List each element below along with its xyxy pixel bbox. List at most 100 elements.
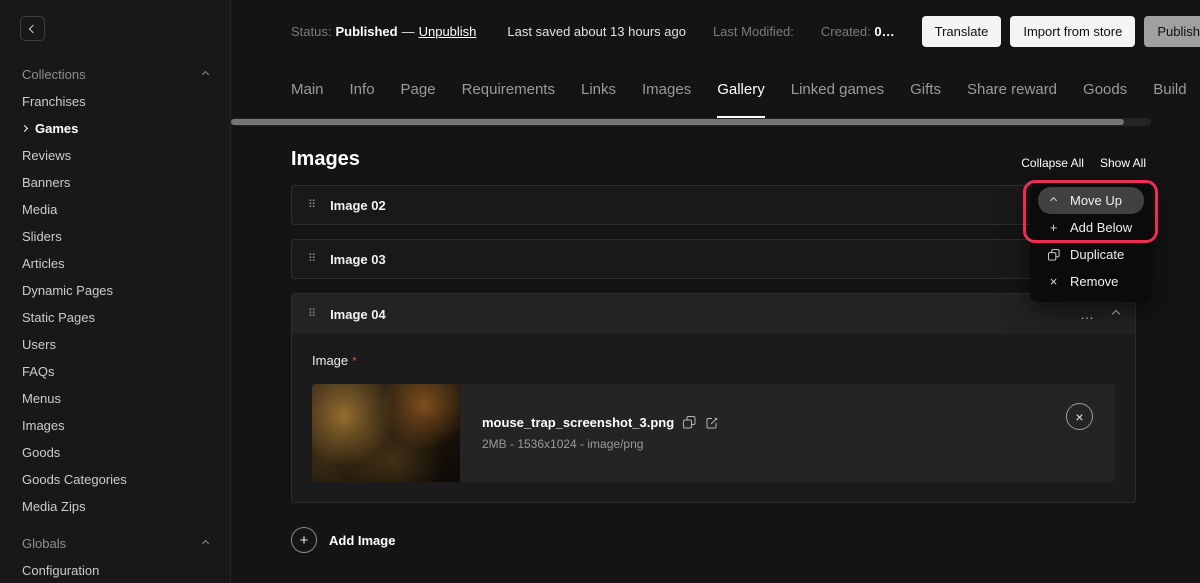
sidebar-item-configuration[interactable]: Configuration — [0, 557, 230, 583]
sidebar-item-goods-categories[interactable]: Goods Categories — [0, 466, 230, 493]
sidebar-item-menus[interactable]: Menus — [0, 385, 230, 412]
created-group: Created: 0… — [821, 24, 895, 39]
image-row-04-body: Image* mouse_trap_screenshot_3.png — [292, 334, 1135, 502]
image-rows: ⠿ Image 02 ⠿ Image 03 ⠿ Image 04 … — [291, 185, 1136, 503]
row-label: Image 02 — [330, 198, 386, 213]
sidebar-item-games[interactable]: Games — [0, 115, 230, 142]
drag-handle-icon[interactable]: ⠿ — [308, 309, 316, 320]
add-image-label: Add Image — [329, 533, 395, 548]
status-value: Published — [335, 24, 397, 39]
tab-info[interactable]: Info — [350, 62, 375, 118]
drag-handle-icon[interactable]: ⠿ — [308, 200, 316, 211]
collapse-all-link[interactable]: Collapse All — [1021, 156, 1084, 170]
tab-requirements[interactable]: Requirements — [462, 62, 555, 118]
menu-item-add-below[interactable]: + Add Below — [1038, 214, 1144, 241]
chevron-up-icon — [1112, 310, 1120, 318]
sidebar-item-sliders[interactable]: Sliders — [0, 223, 230, 250]
remove-file-button[interactable]: × — [1066, 403, 1093, 430]
app-window: Collections Franchises Games Reviews Ban… — [0, 0, 1200, 583]
row-label: Image 04 — [330, 307, 386, 322]
menu-item-label: Remove — [1070, 274, 1118, 289]
section-label: Collections — [22, 67, 86, 82]
tabs-scrollbar-thumb[interactable] — [231, 119, 1124, 125]
image-row-02[interactable]: ⠿ Image 02 — [291, 185, 1136, 225]
sidebar-item-franchises[interactable]: Franchises — [0, 88, 230, 115]
chevron-right-icon — [21, 125, 28, 132]
sidebar-item-label: Games — [35, 121, 78, 136]
sidebar-item-images[interactable]: Images — [0, 412, 230, 439]
document-header: Status: Published — Unpublish Last saved ab… — [231, 0, 1200, 62]
row-menu-icon[interactable]: … — [1080, 306, 1095, 322]
tabs-scrollbar-track — [231, 118, 1151, 126]
chevron-up-icon — [1047, 198, 1060, 203]
publish-changes-button[interactable]: Publish changes — [1144, 16, 1200, 47]
images-section-title: Images — [291, 148, 1136, 171]
chevron-up-icon — [202, 71, 209, 78]
menu-item-duplicate[interactable]: Duplicate — [1038, 241, 1144, 268]
collections-section-header[interactable]: Collections — [0, 61, 230, 88]
back-button[interactable] — [20, 16, 45, 41]
tab-linked-games[interactable]: Linked games — [791, 62, 884, 118]
menu-item-remove[interactable]: × Remove — [1038, 268, 1144, 295]
file-info: mouse_trap_screenshot_3.png 2MB - 1536x1… — [482, 415, 719, 451]
chevron-left-icon — [28, 24, 36, 32]
sidebar-item-dynamic-pages[interactable]: Dynamic Pages — [0, 277, 230, 304]
unpublish-link[interactable]: Unpublish — [419, 24, 477, 39]
file-name: mouse_trap_screenshot_3.png — [482, 415, 674, 430]
created-label: Created: — [821, 24, 871, 39]
status-label: Status: — [291, 24, 331, 39]
row-actions: … — [1080, 306, 1119, 322]
image-row-04-header[interactable]: ⠿ Image 04 … — [292, 294, 1135, 334]
menu-item-label: Move Up — [1070, 193, 1122, 208]
tab-links[interactable]: Links — [581, 62, 616, 118]
tab-main[interactable]: Main — [291, 62, 324, 118]
copy-icon[interactable] — [683, 416, 696, 429]
bulk-actions: Collapse All Show All — [1021, 156, 1146, 170]
image-field-label: Image — [312, 353, 348, 368]
sidebar-item-reviews[interactable]: Reviews — [0, 142, 230, 169]
tab-gallery[interactable]: Gallery — [717, 62, 765, 118]
sidebar-item-faqs[interactable]: FAQs — [0, 358, 230, 385]
plus-icon: + — [291, 527, 317, 553]
sidebar-item-goods[interactable]: Goods — [0, 439, 230, 466]
sidebar-item-media[interactable]: Media — [0, 196, 230, 223]
image-row-03[interactable]: ⠿ Image 03 — [291, 239, 1136, 279]
tab-gifts[interactable]: Gifts — [910, 62, 941, 118]
sidebar-section-collections: Collections Franchises Games Reviews Ban… — [0, 61, 230, 520]
file-meta: 2MB - 1536x1024 - image/png — [482, 437, 719, 451]
tab-page[interactable]: Page — [401, 62, 436, 118]
last-modified-label: Last Modified: — [713, 24, 794, 39]
menu-item-move-up[interactable]: Move Up — [1038, 187, 1144, 214]
sidebar-item-banners[interactable]: Banners — [0, 169, 230, 196]
sidebar-item-users[interactable]: Users — [0, 331, 230, 358]
sidebar-item-articles[interactable]: Articles — [0, 250, 230, 277]
tab-images[interactable]: Images — [642, 62, 691, 118]
file-card: mouse_trap_screenshot_3.png 2MB - 1536x1… — [312, 384, 1115, 482]
row-context-menu: Move Up + Add Below Duplicate × Remove — [1030, 183, 1152, 302]
drag-handle-icon[interactable]: ⠿ — [308, 254, 316, 265]
sidebar: Collections Franchises Games Reviews Ban… — [0, 0, 231, 583]
close-icon: × — [1047, 275, 1060, 288]
image-row-04-expanded: ⠿ Image 04 … Image* — [291, 293, 1136, 503]
duplicate-icon — [1047, 249, 1060, 261]
tab-goods[interactable]: Goods — [1083, 62, 1127, 118]
sidebar-item-media-zips[interactable]: Media Zips — [0, 493, 230, 520]
tab-build[interactable]: Build — [1153, 62, 1186, 118]
show-all-link[interactable]: Show All — [1100, 156, 1146, 170]
status-group: Status: Published — Unpublish — [291, 24, 480, 39]
add-image-button[interactable]: + Add Image — [291, 527, 395, 553]
globals-section-header[interactable]: Globals — [0, 530, 230, 557]
edit-icon[interactable] — [705, 416, 719, 430]
import-from-store-button[interactable]: Import from store — [1010, 16, 1135, 47]
sidebar-section-globals: Globals Configuration Custom settings — [0, 530, 230, 583]
translate-button[interactable]: Translate — [922, 16, 1002, 47]
status-separator: — — [402, 24, 415, 39]
header-buttons: Translate Import from store Publish chan… — [922, 16, 1200, 47]
close-icon: × — [1075, 409, 1083, 425]
plus-icon: + — [1047, 221, 1060, 234]
collapse-row-button[interactable] — [1113, 311, 1119, 317]
tab-share-reward[interactable]: Share reward — [967, 62, 1057, 118]
sidebar-item-static-pages[interactable]: Static Pages — [0, 304, 230, 331]
thumbnail-image — [312, 384, 460, 482]
last-saved-text: Last saved about 13 hours ago — [507, 24, 686, 39]
